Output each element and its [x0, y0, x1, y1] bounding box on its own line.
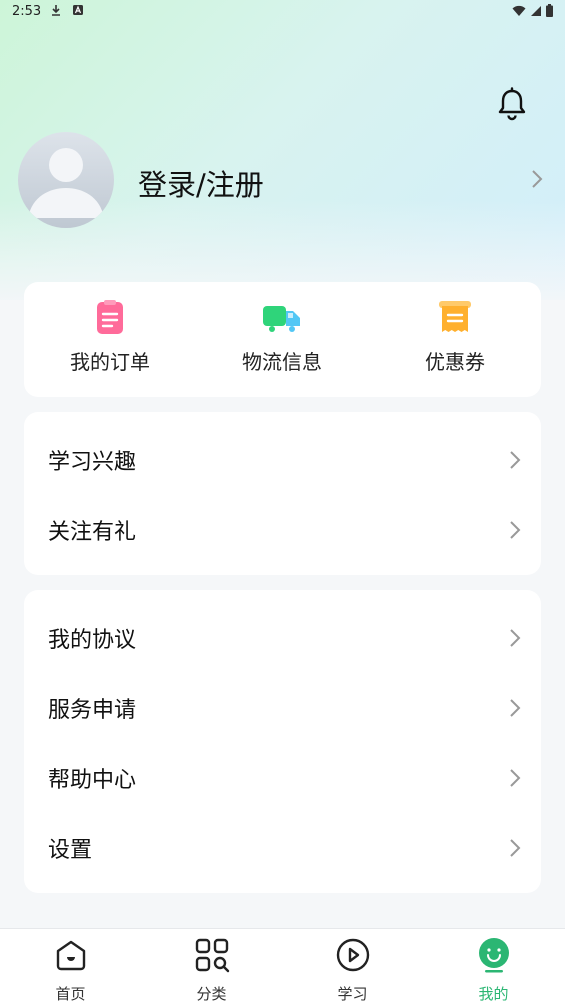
coupon-icon: [439, 301, 471, 332]
chevron-right-icon: [510, 521, 521, 539]
follow-gift-row[interactable]: 关注有礼: [24, 494, 541, 564]
my-orders-button[interactable]: 我的订单: [24, 282, 196, 397]
tab-mine-label: 我的: [478, 985, 509, 1003]
chevron-right-icon: [510, 839, 521, 857]
tab-mine[interactable]: 我的: [423, 929, 564, 1005]
tab-home[interactable]: 首页: [0, 929, 141, 1005]
tab-category[interactable]: 分类: [141, 929, 282, 1005]
profile-smile-icon: [478, 938, 509, 973]
chevron-right-icon: [532, 170, 543, 188]
chevron-right-icon: [510, 629, 521, 647]
learning-interests-row[interactable]: 学习兴趣: [24, 424, 541, 494]
notification-bell-button[interactable]: [494, 86, 530, 122]
service-application-row[interactable]: 服务申请: [24, 672, 541, 742]
tab-category-label: 分类: [196, 985, 227, 1003]
avatar: [18, 132, 114, 228]
login-register-row[interactable]: 登录/注册: [18, 132, 548, 230]
settings-row[interactable]: 设置: [24, 812, 541, 882]
service-application-label: 服务申请: [48, 698, 137, 723]
battery-icon: [546, 4, 553, 17]
logistics-info-button[interactable]: 物流信息: [196, 282, 368, 397]
login-register-label: 登录/注册: [138, 168, 264, 202]
truck-icon: [263, 306, 300, 332]
play-icon: [336, 938, 369, 972]
status-bar: 2:53: [0, 0, 565, 24]
help-center-row[interactable]: 帮助中心: [24, 742, 541, 812]
coupons-label: 优惠券: [425, 350, 485, 374]
category-icon: [195, 938, 229, 973]
tab-home-label: 首页: [55, 985, 86, 1003]
tab-learn-label: 学习: [337, 985, 368, 1003]
home-icon: [56, 940, 85, 971]
status-time: 2:53: [12, 4, 42, 19]
settings-label: 设置: [48, 838, 93, 863]
bell-icon: [498, 87, 526, 121]
chevron-right-icon: [510, 451, 521, 469]
chevron-right-icon: [510, 769, 521, 787]
app-notification-icon: [73, 5, 83, 15]
my-agreements-row[interactable]: 我的协议: [24, 602, 541, 672]
quick-actions-card: 我的订单 物流信息 优惠券: [24, 282, 541, 397]
coupons-button[interactable]: 优惠券: [369, 282, 541, 397]
bottom-tab-bar: 首页 分类 学习 我的: [0, 928, 565, 1005]
tab-learn[interactable]: 学习: [282, 929, 423, 1005]
logistics-info-label: 物流信息: [242, 350, 322, 374]
order-icon: [97, 300, 123, 334]
menu-group-interests: 学习兴趣 关注有礼: [24, 412, 541, 575]
wifi-icon: [512, 5, 526, 16]
signal-icon: [531, 5, 541, 16]
learning-interests-label: 学习兴趣: [48, 450, 137, 475]
my-agreements-label: 我的协议: [48, 628, 137, 653]
follow-gift-label: 关注有礼: [48, 520, 137, 545]
chevron-right-icon: [510, 699, 521, 717]
download-icon: [52, 5, 60, 16]
my-orders-label: 我的订单: [70, 350, 150, 374]
default-avatar-icon: [28, 148, 104, 218]
menu-group-settings: 我的协议 服务申请 帮助中心 设置: [24, 590, 541, 893]
help-center-label: 帮助中心: [48, 768, 137, 793]
